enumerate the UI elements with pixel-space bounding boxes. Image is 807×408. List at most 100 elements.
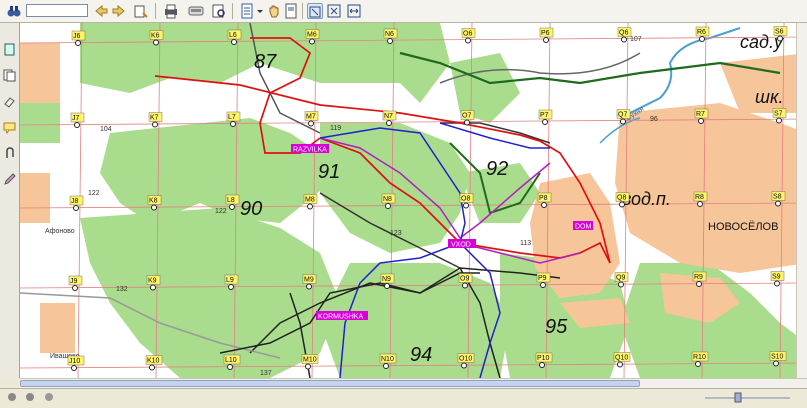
grid-label: S8 — [773, 194, 782, 201]
edit-icon[interactable] — [3, 171, 16, 185]
eraser-icon[interactable] — [3, 93, 16, 108]
grid-point — [150, 284, 156, 291]
fit-page-icon[interactable] — [326, 3, 342, 19]
grid-point — [465, 37, 471, 44]
grid-label: S10 — [771, 354, 784, 361]
chevron-down-icon[interactable] — [256, 3, 264, 19]
svg-text:Афоново: Афоново — [45, 228, 75, 235]
grid-label: O6 — [463, 31, 472, 38]
grid-label: Q8 — [617, 195, 626, 202]
grid-label: K8 — [149, 198, 158, 205]
grid-point — [152, 121, 158, 128]
zoom-page-icon[interactable] — [211, 3, 227, 19]
svg-text:113: 113 — [520, 240, 531, 247]
svg-text:96: 96 — [650, 116, 658, 123]
horizontal-scrollbar[interactable] — [20, 378, 807, 388]
grid-point — [618, 281, 624, 288]
fit-width-icon[interactable] — [346, 3, 362, 19]
grid-label: Q6 — [619, 30, 628, 37]
grid-point — [696, 281, 702, 287]
grid-point — [151, 204, 157, 211]
copy-icon[interactable] — [3, 67, 16, 82]
svg-text:119: 119 — [330, 125, 341, 132]
grid-point — [774, 280, 780, 287]
area-label: 90 — [240, 198, 262, 220]
grid-label: R8 — [695, 194, 704, 201]
print-icon[interactable] — [163, 3, 179, 19]
area-label: 94 — [410, 344, 432, 366]
scrollbar-thumb[interactable] — [20, 380, 640, 387]
forward-icon[interactable] — [111, 3, 127, 19]
page-icon[interactable] — [3, 41, 16, 56]
grid-point — [71, 365, 77, 371]
zoom-window-icon[interactable] — [307, 3, 323, 19]
grid-label: S9 — [772, 274, 781, 281]
status-bar — [0, 388, 807, 403]
map-viewport[interactable]: 87 91 92 90 95 94 сад.у шк. вод.п. НОВОС… — [20, 23, 807, 378]
pan-icon[interactable] — [133, 3, 149, 19]
grid-label: K7 — [150, 115, 159, 122]
vertical-scrollbar[interactable] — [796, 23, 807, 378]
grid-label: J8 — [71, 198, 79, 205]
grid-point — [308, 120, 314, 127]
grid-label: L10 — [225, 357, 237, 364]
grid-point — [619, 201, 625, 208]
grid-label: P6 — [541, 30, 550, 37]
page-setup-icon[interactable] — [188, 3, 204, 19]
grid-point — [773, 360, 779, 367]
grid-point — [231, 39, 237, 45]
back-icon[interactable] — [93, 3, 109, 19]
grid-label: R7 — [696, 111, 705, 118]
search-input[interactable] — [26, 4, 88, 17]
grid-label: Q10 — [615, 355, 628, 362]
grid-point — [462, 282, 468, 289]
svg-text:122: 122 — [215, 208, 227, 215]
grid-label: M10 — [303, 357, 317, 364]
svg-text:122: 122 — [88, 190, 100, 197]
page-view-icon[interactable] — [239, 3, 255, 19]
grid-label: N6 — [385, 31, 394, 38]
grid-label: P10 — [537, 355, 550, 362]
toolbar — [0, 0, 807, 23]
grid-label: O7 — [462, 113, 471, 120]
grid-point — [776, 117, 782, 124]
grid-point — [73, 205, 79, 211]
grid-point — [698, 118, 704, 124]
waypoint-vxod: VXOD — [451, 242, 471, 249]
grid-point — [461, 362, 467, 369]
grid-point — [149, 364, 155, 371]
grid-point — [307, 203, 313, 210]
binoculars-icon[interactable] — [6, 3, 22, 19]
grid-label: O9 — [460, 276, 469, 283]
grid-point — [777, 35, 783, 42]
grid-label: J7 — [72, 115, 80, 122]
grid-point — [541, 202, 547, 208]
comment-icon[interactable] — [3, 119, 16, 135]
topographic-map[interactable]: 87 91 92 90 95 94 сад.у шк. вод.п. НОВОС… — [20, 23, 807, 378]
grid-label: P8 — [539, 195, 548, 202]
grid-label: M9 — [304, 277, 314, 284]
area-label: 92 — [486, 158, 508, 180]
grid-label: K6 — [151, 33, 160, 40]
grid-point — [387, 38, 393, 44]
waypoint-razvilka: RAZVILKA — [293, 147, 327, 154]
hand-tool-icon[interactable] — [266, 3, 282, 19]
grid-point — [72, 285, 78, 291]
grid-label: L7 — [228, 114, 236, 121]
attach-icon[interactable] — [3, 145, 16, 158]
grid-label: P9 — [538, 275, 547, 282]
grid-label: R10 — [693, 354, 706, 361]
grid-label: Q9 — [616, 275, 625, 282]
zoom-slider-thumb[interactable] — [734, 392, 742, 403]
svg-text:107: 107 — [630, 36, 642, 43]
grid-point — [697, 201, 703, 207]
grid-label: L6 — [229, 32, 237, 39]
grid-point — [229, 204, 235, 210]
grid-point — [230, 121, 236, 127]
sidebar — [0, 23, 20, 378]
grid-label: M7 — [306, 114, 316, 121]
grid-label: J9 — [70, 278, 78, 285]
grid-point — [617, 361, 623, 368]
document-icon[interactable] — [283, 3, 299, 19]
grid-point — [463, 202, 469, 209]
